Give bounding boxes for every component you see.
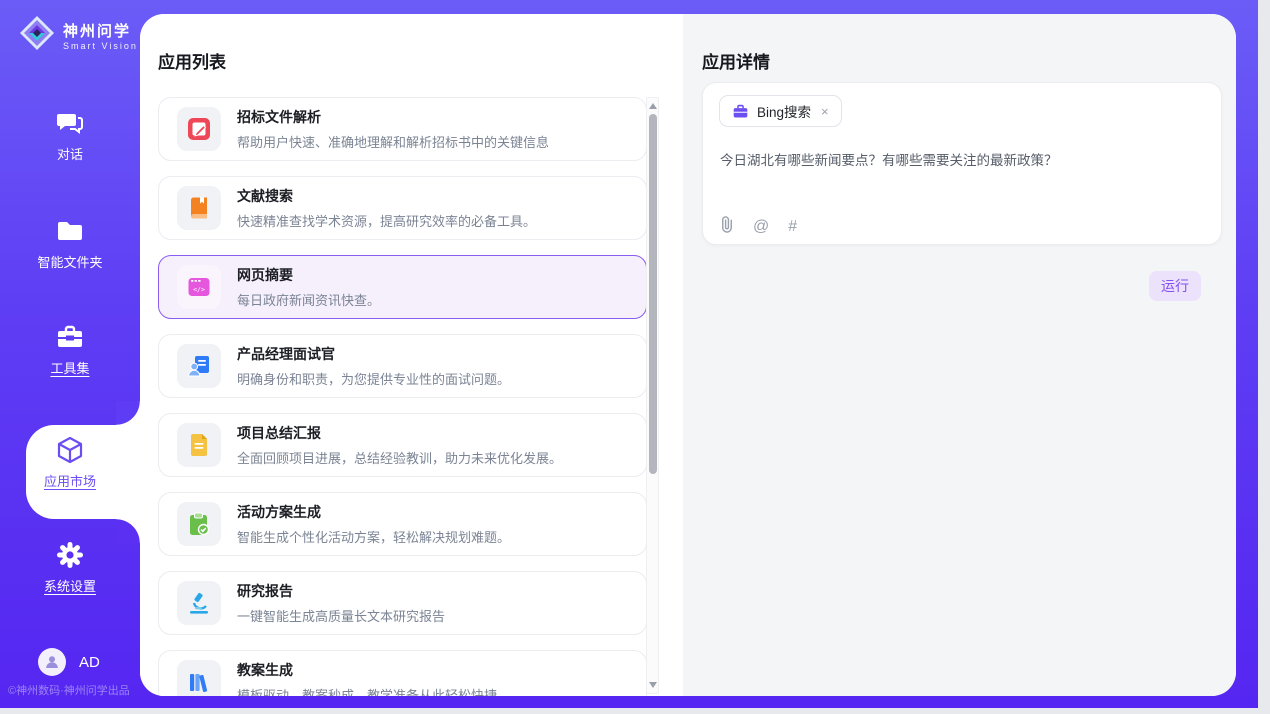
hash-icon[interactable]: # [788, 218, 797, 236]
app-desc: 智能生成个性化活动方案，轻松解决规划难题。 [237, 527, 510, 546]
brand-subtitle: Smart Vision [63, 41, 138, 51]
query-input[interactable]: 今日湖北有哪些新闻要点？有哪些需要关注的最新政策？ [720, 151, 1200, 171]
scroll-down-icon[interactable] [649, 682, 657, 688]
app-desc: 一键智能生成高质量长文本研究报告 [237, 606, 445, 625]
svg-text:</>: </> [193, 286, 205, 294]
app-detail-title: 应用详情 [702, 48, 770, 73]
app-card-web-summary[interactable]: </> 网页摘要 每日政府新闻资讯快查。 [158, 255, 647, 319]
diamond-logo-icon [18, 14, 56, 57]
tool-tag-label: Bing搜索 [757, 101, 811, 121]
scroll-up-icon[interactable] [649, 103, 657, 109]
app-name: 产品经理面试官 [237, 344, 510, 364]
at-icon[interactable]: @ [753, 218, 769, 236]
app-list-panel: 应用列表 招标文件解析 帮助用户快速、准确地理解和解析招标书中的关键信息 [140, 14, 683, 696]
app-card-lesson-plan[interactable]: 教案生成 模板驱动，教案秒成，教学准备从此轻松快捷 [158, 650, 647, 696]
interviewer-icon [177, 344, 221, 388]
sidebar-item-label: 对话 [57, 147, 83, 162]
person-icon [44, 654, 60, 670]
paperclip-icon[interactable] [720, 216, 734, 238]
sidebar: 神州问学 Smart Vision 对话 智能文件夹 工具集 [0, 0, 140, 708]
microscope-icon [177, 581, 221, 625]
clipboard-check-icon [177, 502, 221, 546]
app-detail-panel: 应用详情 Bing搜索 × 今日湖北有哪些新闻要点？有哪些需要关注的最新政策？ … [683, 14, 1236, 696]
brand: 神州问学 Smart Vision [18, 14, 138, 57]
app-list-scrollbar[interactable] [646, 97, 659, 694]
prompt-toolbar: @ # [720, 216, 797, 238]
app-card-list: 招标文件解析 帮助用户快速、准确地理解和解析招标书中的关键信息 文献搜索 快速精… [158, 97, 647, 696]
web-code-icon: </> [177, 265, 221, 309]
book-icon [177, 186, 221, 230]
app-card-research-report[interactable]: 研究报告 一键智能生成高质量长文本研究报告 [158, 571, 647, 635]
cube-icon [55, 435, 85, 465]
app-desc: 每日政府新闻资讯快查。 [237, 290, 380, 309]
app-name: 文献搜索 [237, 186, 536, 206]
toolbox-icon [55, 322, 85, 352]
run-button[interactable]: 运行 [1149, 271, 1201, 301]
copyright-text: ©神州数码·神州问学出品 [8, 682, 130, 698]
sidebar-item-app-market[interactable]: 应用市场 [0, 435, 140, 491]
app-name: 研究报告 [237, 581, 445, 601]
close-icon[interactable]: × [819, 104, 831, 119]
app-name: 教案生成 [237, 660, 497, 680]
edit-square-icon [177, 107, 221, 151]
folder-icon [55, 216, 85, 246]
books-icon [177, 660, 221, 696]
content-area: 应用列表 招标文件解析 帮助用户快速、准确地理解和解析招标书中的关键信息 [140, 14, 1236, 696]
sidebar-item-label: 应用市场 [44, 474, 96, 489]
brand-name: 神州问学 [63, 20, 138, 41]
sidebar-item-label: 工具集 [50, 361, 89, 376]
sidebar-item-smart-folder[interactable]: 智能文件夹 [0, 216, 140, 272]
app-desc: 快速精准查找学术资源，提高研究效率的必备工具。 [237, 211, 536, 230]
app-window: 神州问学 Smart Vision 对话 智能文件夹 工具集 [0, 0, 1270, 714]
brand-text: 神州问学 Smart Vision [63, 20, 138, 51]
prompt-card: Bing搜索 × 今日湖北有哪些新闻要点？有哪些需要关注的最新政策？ @ # [702, 82, 1222, 245]
sidebar-item-label: 智能文件夹 [37, 255, 102, 270]
avatar [38, 648, 66, 676]
app-name: 项目总结汇报 [237, 423, 562, 443]
tool-tag-bing-search[interactable]: Bing搜索 × [719, 95, 842, 127]
app-name: 招标文件解析 [237, 107, 549, 127]
scrollbar-thumb[interactable] [649, 114, 657, 474]
sidebar-item-settings[interactable]: 系统设置 [0, 540, 140, 596]
sidebar-item-chat[interactable]: 对话 [0, 108, 140, 164]
app-name: 网页摘要 [237, 265, 380, 285]
user-initials: AD [79, 654, 100, 671]
app-card-pm-interviewer[interactable]: 产品经理面试官 明确身份和职责，为您提供专业性的面试问题。 [158, 334, 647, 398]
sidebar-item-label: 系统设置 [44, 579, 96, 594]
app-card-project-summary[interactable]: 项目总结汇报 全面回顾项目进展，总结经验教训，助力未来优化发展。 [158, 413, 647, 477]
app-card-bid-parse[interactable]: 招标文件解析 帮助用户快速、准确地理解和解析招标书中的关键信息 [158, 97, 647, 161]
gear-icon [55, 540, 85, 570]
app-desc: 帮助用户快速、准确地理解和解析招标书中的关键信息 [237, 132, 549, 151]
briefcase-icon [732, 103, 749, 120]
user-account[interactable]: AD [38, 648, 100, 676]
app-list-title: 应用列表 [158, 48, 226, 73]
report-doc-icon [177, 423, 221, 467]
sidebar-item-toolset[interactable]: 工具集 [0, 322, 140, 378]
app-desc: 全面回顾项目进展，总结经验教训，助力未来优化发展。 [237, 448, 562, 467]
app-card-literature-search[interactable]: 文献搜索 快速精准查找学术资源，提高研究效率的必备工具。 [158, 176, 647, 240]
app-card-event-plan[interactable]: 活动方案生成 智能生成个性化活动方案，轻松解决规划难题。 [158, 492, 647, 556]
chat-icon [55, 108, 85, 138]
app-desc: 明确身份和职责，为您提供专业性的面试问题。 [237, 369, 510, 388]
app-name: 活动方案生成 [237, 502, 510, 522]
app-desc: 模板驱动，教案秒成，教学准备从此轻松快捷 [237, 685, 497, 696]
